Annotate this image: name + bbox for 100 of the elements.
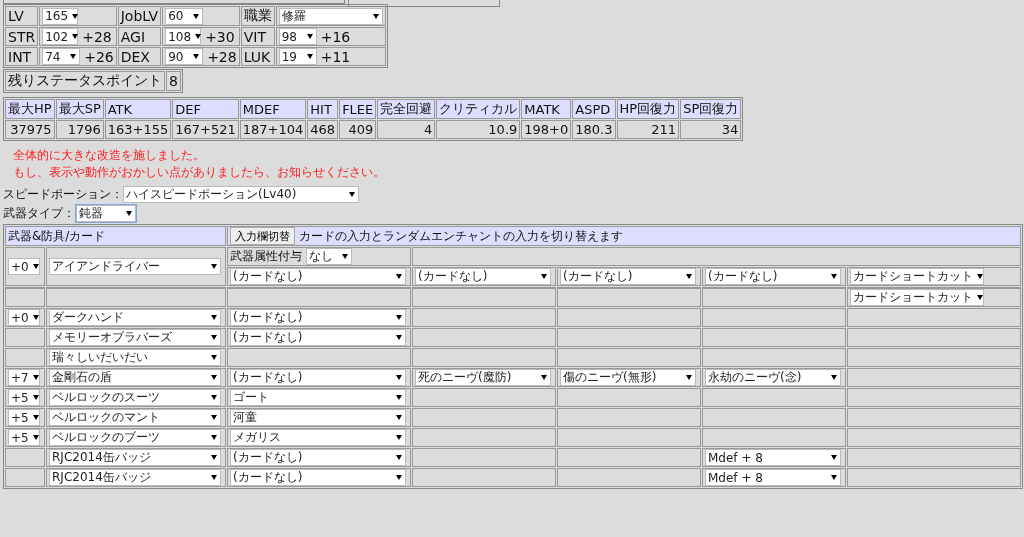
notice-text: もし、表示や動作がおかしい点がありましたら、お知らせください。 [13, 164, 386, 181]
stat-label: LUK [240, 47, 275, 66]
column-header: MATK [521, 99, 572, 119]
caret-icon [396, 335, 402, 340]
caret-icon [977, 295, 983, 300]
dropdown[interactable]: 金剛石の盾 [49, 369, 221, 386]
dropdown[interactable]: 瑞々しいだいだい [49, 349, 221, 366]
dropdown[interactable]: (カードなし) [230, 369, 406, 386]
table-cell: 409 [339, 120, 377, 139]
dropdown[interactable]: 鈍器 [76, 205, 136, 222]
caret-icon [193, 13, 200, 19]
stat-bonus: +11 [320, 48, 351, 65]
dropdown[interactable]: RJC2014缶バッジ [49, 449, 221, 466]
table-cell: 211 [616, 120, 680, 139]
dropdown[interactable]: 河童 [230, 409, 406, 426]
caret-icon [396, 375, 402, 380]
element-label: 武器属性付与 [230, 248, 302, 265]
caret-icon [831, 455, 837, 460]
caret-icon [396, 315, 402, 320]
caret-icon [126, 211, 132, 216]
caret-icon [211, 375, 217, 380]
dropdown[interactable]: +0 [8, 258, 40, 275]
caret-icon [211, 264, 217, 269]
dropdown[interactable]: +7 [8, 369, 40, 386]
dropdown[interactable]: (カードなし) [230, 449, 406, 466]
dropdown[interactable]: 傷のニーヴ(無形) [560, 369, 696, 386]
dropdown[interactable]: 108 [165, 28, 202, 45]
dropdown[interactable]: +0 [8, 309, 40, 326]
caret-icon [372, 13, 379, 19]
dropdown[interactable]: ベルロックのブーツ [49, 429, 221, 446]
stat-label: AGI [117, 27, 162, 46]
stat-label: INT [5, 47, 39, 66]
caret-icon [72, 13, 79, 19]
dropdown[interactable]: 60 [165, 7, 204, 25]
caret-icon [32, 435, 39, 440]
caret-icon [342, 254, 348, 259]
dropdown[interactable]: 102 [42, 28, 79, 45]
dropdown[interactable]: +5 [8, 389, 40, 406]
stat-bonus: +16 [320, 28, 351, 45]
column-header: HP回復力 [616, 99, 680, 119]
dropdown[interactable]: (カードなし) [230, 309, 406, 326]
dropdown[interactable]: アイアンドライバー [49, 258, 221, 275]
dropdown[interactable]: メモリーオブラバーズ [49, 329, 221, 346]
table-cell: 37975 [5, 120, 55, 139]
dropdown[interactable]: ダークハンド [49, 309, 221, 326]
column-header: 最大SP [55, 99, 104, 119]
dropdown[interactable]: 165 [42, 7, 79, 25]
dropdown[interactable]: 74 [42, 48, 81, 65]
dropdown[interactable]: 永劫のニーヴ(念) [705, 369, 841, 386]
caret-icon [686, 375, 692, 380]
table-cell: 468 [307, 120, 339, 139]
dropdown[interactable]: ベルロックのスーツ [49, 389, 221, 406]
dropdown[interactable]: +5 [8, 409, 40, 426]
stat-bonus: +26 [84, 48, 114, 65]
caret-icon [396, 274, 402, 279]
dropdown[interactable]: 19 [278, 48, 317, 65]
caret-icon [831, 475, 837, 480]
column-header: MDEF [239, 99, 307, 119]
caret-icon [32, 375, 39, 380]
dropdown[interactable]: (カードなし) [705, 268, 841, 285]
stat-label: LV [5, 6, 39, 26]
equipment-title: 武器&防具/カード [5, 226, 226, 246]
toggle-input-button[interactable]: 入力欄切替 [230, 227, 295, 245]
stat-label: JobLV [117, 6, 162, 26]
dropdown[interactable]: カードショートカット [850, 268, 984, 285]
stat-bonus: +30 [205, 28, 235, 45]
caret-icon [211, 335, 217, 340]
dropdown[interactable]: (カードなし) [560, 268, 696, 285]
caret-icon [686, 274, 692, 279]
dropdown[interactable]: カードショートカット [850, 289, 984, 306]
dropdown[interactable]: Mdef + 8 [705, 449, 841, 466]
dropdown[interactable]: (カードなし) [415, 268, 551, 285]
stat-bonus: +28 [207, 48, 237, 65]
dropdown[interactable]: 90 [165, 48, 204, 65]
caret-icon [32, 264, 39, 269]
dropdown[interactable]: 修羅 [278, 7, 383, 25]
dropdown[interactable]: Mdef + 8 [705, 469, 841, 486]
dropdown[interactable]: +5 [8, 429, 40, 446]
caret-icon [831, 375, 837, 380]
caret-icon [831, 274, 837, 279]
caret-icon [211, 455, 217, 460]
table-cell: 163+155 [104, 120, 172, 139]
dropdown[interactable]: (カードなし) [230, 469, 406, 486]
stat-label: VIT [240, 27, 275, 46]
dropdown[interactable]: (カードなし) [230, 329, 406, 346]
caret-icon [211, 315, 217, 320]
dropdown[interactable]: RJC2014缶バッジ [49, 469, 221, 486]
dropdown[interactable]: なし [306, 248, 352, 265]
caret-icon [396, 395, 402, 400]
table-cell: 167+521 [172, 120, 239, 139]
dropdown[interactable]: ベルロックのマント [49, 409, 221, 426]
caret-icon [306, 54, 313, 59]
dropdown[interactable]: メガリス [230, 429, 406, 446]
dropdown[interactable]: ゴート [230, 389, 406, 406]
dropdown[interactable]: 死のニーヴ(魔防) [415, 369, 551, 386]
dropdown[interactable]: 98 [278, 28, 317, 45]
caret-icon [195, 34, 202, 39]
dropdown[interactable]: ハイスピードポーション(Lv40) [123, 186, 359, 203]
caret-icon [396, 415, 402, 420]
dropdown[interactable]: (カードなし) [230, 268, 406, 285]
